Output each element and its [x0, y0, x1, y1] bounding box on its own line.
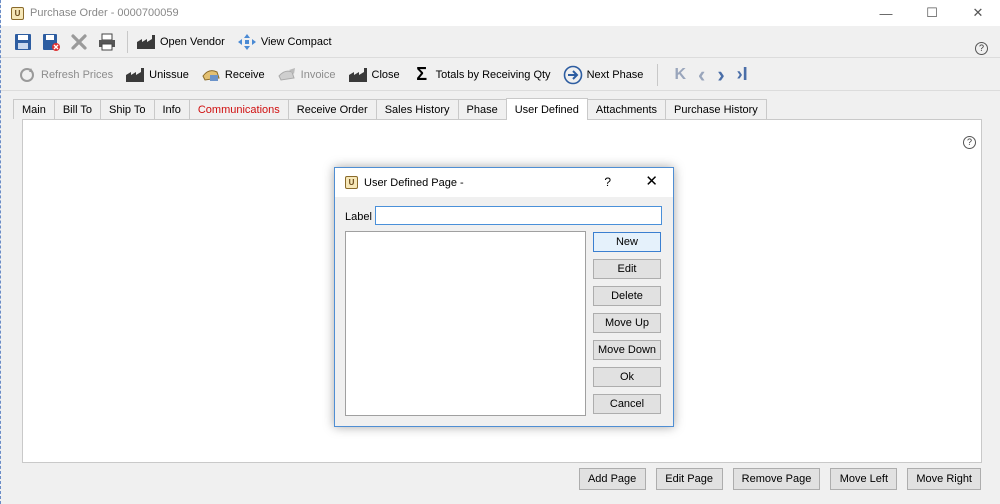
content-help-icon[interactable]: ?: [963, 136, 976, 149]
tab-info[interactable]: Info: [153, 99, 190, 119]
record-navigation: K ‹ › ›I: [674, 62, 759, 88]
view-compact-label: View Compact: [260, 35, 332, 48]
label-input[interactable]: [375, 206, 662, 225]
user-defined-page-dialog: U User Defined Page - ? ✕ Label New Edit…: [334, 167, 674, 427]
edit-page-button[interactable]: Edit Page: [655, 468, 723, 490]
totals-label: Totals by Receiving Qty: [435, 68, 551, 81]
window-controls: — ☐ ✕: [863, 0, 1000, 26]
new-button[interactable]: New: [593, 232, 661, 252]
edit-button[interactable]: Edit: [593, 259, 661, 279]
save-and-close-icon[interactable]: [41, 32, 61, 52]
dialog-app-logo-icon: U: [345, 176, 358, 189]
close-order-button[interactable]: Close: [348, 65, 400, 85]
toolbar-primary: Open Vendor View Compact: [1, 26, 1000, 58]
tab-phase[interactable]: Phase: [457, 99, 507, 119]
app-logo-icon: U: [11, 6, 24, 20]
label-field-label: Label: [345, 211, 372, 223]
purchase-order-window: U Purchase Order - 0000700059 — ☐ ✕ Open…: [0, 0, 1000, 504]
tab-main[interactable]: Main: [13, 99, 55, 119]
toolbar-actions: Refresh Prices Unissue Receive Invoice C…: [1, 59, 1000, 91]
refresh-prices-label: Refresh Prices: [41, 68, 114, 81]
last-record-icon[interactable]: ›I: [737, 64, 748, 85]
add-page-button[interactable]: Add Page: [578, 468, 646, 490]
close-window-button[interactable]: ✕: [955, 0, 1000, 26]
tab-ship-to[interactable]: Ship To: [100, 99, 155, 119]
view-compact-button[interactable]: View Compact: [237, 32, 332, 52]
ok-button[interactable]: Ok: [593, 367, 661, 387]
fields-list[interactable]: [345, 231, 586, 416]
dialog-help-button[interactable]: ?: [604, 175, 611, 189]
tab-communications[interactable]: Communications: [188, 99, 289, 119]
tab-purchase-history[interactable]: Purchase History: [665, 99, 767, 119]
next-record-icon[interactable]: ›: [717, 62, 724, 88]
compact-arrows-icon: [237, 32, 257, 52]
invoice-button[interactable]: Invoice: [277, 65, 336, 85]
dialog-title: User Defined Page -: [364, 176, 464, 189]
tab-attachments[interactable]: Attachments: [586, 99, 667, 119]
title-bar: U Purchase Order - 0000700059 — ☐ ✕: [1, 0, 1000, 26]
delete-button[interactable]: Delete: [593, 286, 661, 306]
page-actions: Add Page Edit Page Remove Page Move Left…: [569, 468, 981, 490]
arrow-right-circle-icon: [563, 65, 583, 85]
refresh-prices-button[interactable]: Refresh Prices: [17, 65, 113, 85]
move-left-button[interactable]: Move Left: [830, 468, 898, 490]
close-factory-icon: [348, 65, 368, 85]
receive-button[interactable]: Receive: [201, 65, 265, 85]
invoice-label: Invoice: [300, 68, 336, 81]
open-vendor-button[interactable]: Open Vendor: [136, 32, 225, 52]
move-right-button[interactable]: Move Right: [907, 468, 981, 490]
tab-strip: Main Bill To Ship To Info Communications…: [13, 98, 767, 120]
unissue-factory-icon: [125, 65, 145, 85]
toolbar-separator: [127, 30, 128, 53]
help-icon[interactable]: ?: [975, 42, 988, 55]
sigma-icon: Σ: [416, 64, 428, 84]
open-vendor-label: Open Vendor: [160, 35, 225, 48]
previous-record-icon[interactable]: ‹: [698, 62, 705, 88]
minimize-button[interactable]: —: [863, 0, 909, 26]
close-label: Close: [371, 68, 400, 81]
factory-icon: [136, 32, 156, 52]
invoice-icon: [277, 65, 297, 85]
tab-receive-order[interactable]: Receive Order: [287, 99, 377, 119]
dialog-title-bar: U User Defined Page - ? ✕: [335, 168, 673, 197]
first-record-icon[interactable]: K: [674, 66, 686, 84]
dialog-close-button[interactable]: ✕: [645, 172, 658, 190]
save-icon[interactable]: [13, 32, 33, 52]
next-phase-label: Next Phase: [586, 68, 644, 81]
move-down-button[interactable]: Move Down: [593, 340, 661, 360]
unissue-label: Unissue: [149, 68, 189, 81]
remove-page-button[interactable]: Remove Page: [732, 468, 821, 490]
tab-sales-history[interactable]: Sales History: [375, 99, 459, 119]
receive-truck-icon: [201, 65, 221, 85]
maximize-button[interactable]: ☐: [909, 0, 955, 26]
unissue-button[interactable]: Unissue: [125, 65, 189, 85]
next-phase-button[interactable]: Next Phase: [563, 65, 644, 85]
totals-by-receiving-qty-button[interactable]: Σ Totals by Receiving Qty: [412, 64, 551, 85]
print-icon[interactable]: [97, 32, 117, 52]
tab-user-defined[interactable]: User Defined: [505, 98, 588, 120]
cancel-button[interactable]: Cancel: [593, 394, 661, 414]
move-up-button[interactable]: Move Up: [593, 313, 661, 333]
window-title: Purchase Order - 0000700059: [30, 7, 179, 19]
receive-label: Receive: [224, 68, 265, 81]
refresh-prices-icon: [17, 65, 37, 85]
toolbar-separator: [657, 63, 659, 86]
dialog-buttons: New Edit Delete Move Up Move Down Ok Can…: [593, 232, 661, 421]
tab-bill-to[interactable]: Bill To: [53, 99, 101, 119]
cancel-x-icon[interactable]: [69, 32, 89, 52]
